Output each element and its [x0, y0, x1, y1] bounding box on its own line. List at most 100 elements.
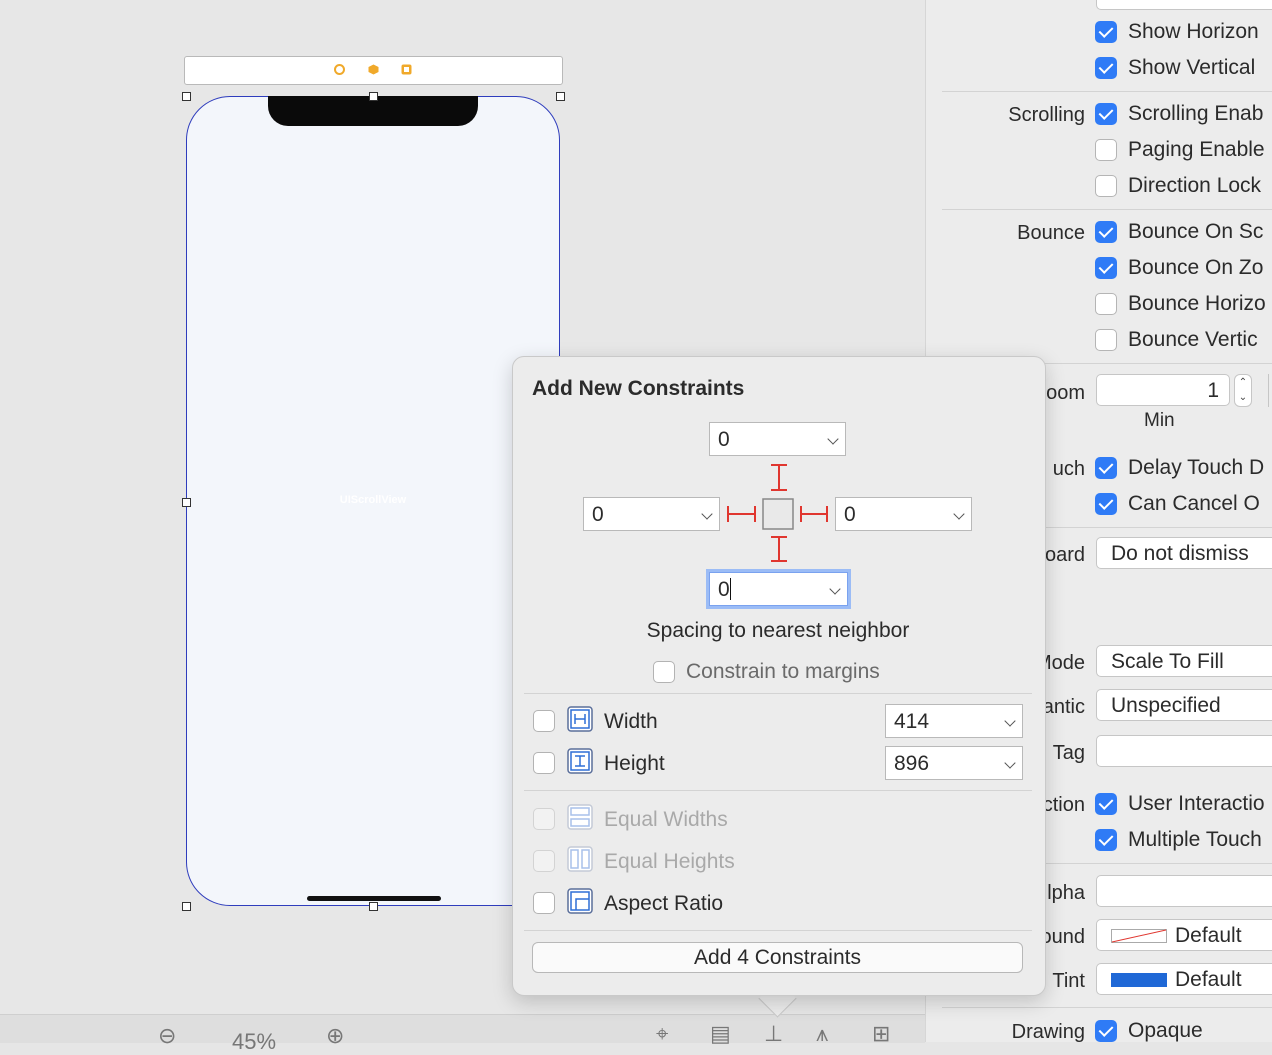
- tint-value: Default: [1175, 968, 1242, 991]
- add-constraints-icon[interactable]: ⊥: [764, 1021, 783, 1047]
- equal-widths-checkbox[interactable]: [533, 808, 555, 830]
- bounce-horizontal-label: Bounce Horizo: [1128, 292, 1266, 315]
- semantic-popup[interactable]: Unspecified: [1096, 689, 1272, 721]
- delay-touch-checkbox[interactable]: [1095, 457, 1117, 479]
- bounce-section-label: Bounce: [1017, 222, 1085, 244]
- leading-strut-icon[interactable]: [727, 506, 756, 522]
- resize-handle-left[interactable]: [182, 498, 191, 507]
- bounce-scroll-label: Bounce On Sc: [1128, 220, 1264, 243]
- chevron-down-icon[interactable]: [829, 583, 841, 595]
- equal-heights-icon: [567, 846, 593, 872]
- show-vertical-checkbox[interactable]: [1095, 57, 1117, 79]
- exit-icon[interactable]: [401, 64, 412, 75]
- bounce-zoom-checkbox[interactable]: [1095, 257, 1117, 279]
- resize-handle-top[interactable]: [369, 92, 378, 101]
- aspect-ratio-label: Aspect Ratio: [604, 892, 724, 915]
- aspect-ratio-checkbox[interactable]: [533, 892, 555, 914]
- align-icon[interactable]: ▤: [710, 1021, 731, 1047]
- chevron-down-icon[interactable]: [953, 508, 965, 520]
- zoom-level: 45%: [232, 1029, 277, 1054]
- update-frames-icon[interactable]: ⌖: [656, 1021, 668, 1047]
- bottom-spacing-value: 0: [718, 578, 730, 601]
- first-responder-icon[interactable]: [368, 64, 379, 75]
- direction-lock-checkbox[interactable]: [1095, 175, 1117, 197]
- scrolling-enabled-checkbox[interactable]: [1095, 103, 1117, 125]
- multiple-touch-checkbox[interactable]: [1095, 829, 1117, 851]
- resize-handle-bottom-left[interactable]: [182, 902, 191, 911]
- leading-spacing-value: 0: [592, 503, 604, 526]
- keyboard-dismiss-popup[interactable]: Do not dismiss: [1096, 537, 1272, 569]
- equal-widths-label: Equal Widths: [604, 808, 728, 831]
- equal-heights-label: Equal Heights: [604, 850, 735, 873]
- popover-title: Add New Constraints: [532, 377, 745, 400]
- bottom-strut-icon[interactable]: [771, 536, 787, 562]
- chevron-down-icon[interactable]: [827, 433, 839, 445]
- top-strut-icon[interactable]: [771, 464, 787, 491]
- constrain-margins-checkbox[interactable]: [653, 661, 675, 683]
- height-value-combo[interactable]: 896: [885, 746, 1023, 780]
- embed-in-icon[interactable]: ⊞: [872, 1021, 890, 1047]
- zoom-in-icon[interactable]: ⊕: [326, 1023, 344, 1049]
- tag-label: Tag: [1052, 742, 1085, 764]
- no-color-swatch-icon: [1111, 929, 1167, 943]
- width-label: Width: [604, 710, 658, 733]
- zoom-min-field[interactable]: 1: [1096, 374, 1230, 406]
- bottom-spacing-combo[interactable]: 0: [709, 572, 848, 606]
- resolve-issues-icon[interactable]: ⩚: [816, 1021, 828, 1047]
- tint-popup[interactable]: Default: [1096, 963, 1272, 995]
- semantic-label: antic: [1042, 696, 1085, 718]
- opaque-label: Opaque: [1128, 1019, 1203, 1042]
- user-interaction-label: User Interactio: [1128, 792, 1265, 815]
- tint-label: Tint: [1052, 970, 1085, 992]
- resize-handle-top-right[interactable]: [556, 92, 565, 101]
- bounce-vertical-checkbox[interactable]: [1095, 329, 1117, 351]
- show-horizontal-checkbox[interactable]: [1095, 21, 1117, 43]
- scene-dock-bar[interactable]: [184, 56, 563, 85]
- width-value-combo[interactable]: 414: [885, 704, 1023, 738]
- leading-spacing-combo[interactable]: 0: [583, 497, 720, 531]
- separator: [524, 790, 1032, 791]
- chevron-down-icon[interactable]: [701, 508, 713, 520]
- canvas-bottom-bar: ⊖ 45% ⊕ ⌖ ▤ ⊥ ⩚ ⊞: [0, 1014, 925, 1054]
- view-controller-icon[interactable]: [334, 64, 345, 75]
- zoom-max-field[interactable]: [1268, 374, 1272, 407]
- zoom-min-caption: Min: [1144, 410, 1175, 431]
- can-cancel-checkbox[interactable]: [1095, 493, 1117, 515]
- resize-handle-bottom[interactable]: [369, 902, 378, 911]
- trailing-strut-icon[interactable]: [800, 506, 828, 522]
- constraint-struts-diagram: [727, 464, 828, 562]
- bounce-scroll-checkbox[interactable]: [1095, 221, 1117, 243]
- chevron-down-icon[interactable]: [1004, 715, 1016, 727]
- height-value: 896: [894, 752, 930, 775]
- text-cursor: [729, 578, 732, 600]
- chevron-down-icon[interactable]: [1004, 757, 1016, 769]
- background-popup[interactable]: Default: [1096, 919, 1272, 951]
- separator: [524, 930, 1032, 931]
- keyboard-section-label: oard: [1044, 544, 1085, 566]
- top-spacing-combo[interactable]: 0: [709, 422, 846, 456]
- paging-enabled-label: Paging Enable: [1128, 138, 1265, 161]
- background-label: ound: [1040, 926, 1086, 948]
- opaque-checkbox[interactable]: [1095, 1020, 1117, 1042]
- add-constraints-button[interactable]: Add 4 Constraints: [532, 942, 1023, 973]
- indicators-field[interactable]: [1096, 0, 1272, 10]
- zoom-out-icon[interactable]: ⊖: [158, 1023, 176, 1049]
- trailing-spacing-combo[interactable]: 0: [835, 497, 972, 531]
- content-mode-popup[interactable]: Scale To Fill: [1096, 645, 1272, 677]
- resize-handle-top-left[interactable]: [182, 92, 191, 101]
- view-square-icon: [762, 498, 794, 530]
- home-indicator: [307, 896, 441, 901]
- zoom-stepper[interactable]: ⌃ ⌄: [1234, 374, 1252, 407]
- paging-enabled-checkbox[interactable]: [1095, 139, 1117, 161]
- can-cancel-label: Can Cancel O: [1128, 492, 1260, 515]
- user-interaction-checkbox[interactable]: [1095, 793, 1117, 815]
- alpha-field[interactable]: [1096, 875, 1272, 907]
- bounce-horizontal-checkbox[interactable]: [1095, 293, 1117, 315]
- equal-heights-checkbox[interactable]: [533, 850, 555, 872]
- width-checkbox[interactable]: [533, 710, 555, 732]
- scrolling-enabled-label: Scrolling Enab: [1128, 102, 1264, 125]
- direction-lock-label: Direction Lock: [1128, 174, 1262, 197]
- scroll-view-label: UIScrollView: [339, 494, 407, 506]
- height-checkbox[interactable]: [533, 752, 555, 774]
- tag-field[interactable]: [1096, 735, 1272, 767]
